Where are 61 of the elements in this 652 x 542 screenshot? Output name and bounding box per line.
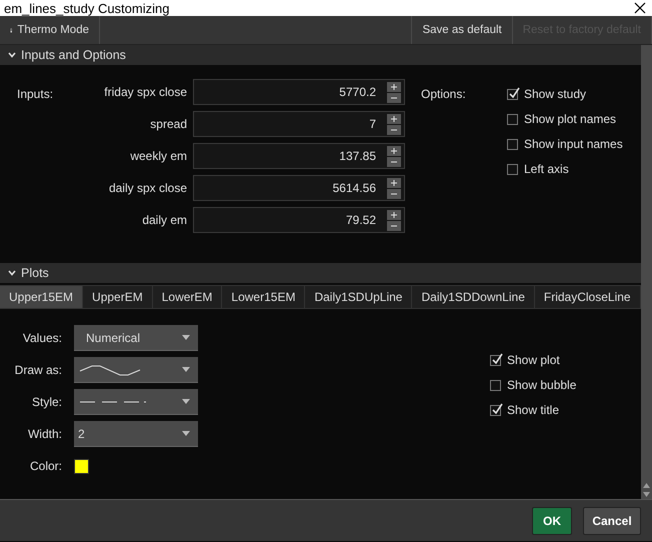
number-field[interactable]: 7 — [193, 111, 405, 137]
dropdown[interactable] — [74, 357, 198, 383]
caret-icon — [182, 335, 190, 340]
chevron-icon — [8, 52, 16, 58]
save-default-button[interactable]: Save as default — [411, 16, 513, 44]
minus-icon[interactable] — [387, 189, 401, 199]
input-label: daily spx close — [108, 181, 187, 195]
section-header[interactable]: Inputs and Options — [0, 45, 641, 65]
chevron-icon — [8, 270, 16, 276]
check-icon — [491, 402, 503, 414]
input-label: weekly em — [129, 149, 187, 163]
scroll-down-icon[interactable] — [642, 492, 650, 497]
cancel-button[interactable]: Cancel — [583, 506, 641, 534]
checkbox[interactable]: Show plot — [490, 353, 576, 367]
checkbox[interactable]: Show title — [490, 403, 576, 417]
minus-icon[interactable] — [387, 125, 401, 135]
checkbox[interactable]: Show study — [507, 87, 623, 101]
number-field[interactable]: 5614.56 — [193, 175, 405, 201]
minus-icon[interactable] — [387, 93, 401, 103]
check-icon — [491, 352, 503, 364]
checkbox[interactable]: Show bubble — [490, 378, 576, 392]
number-field[interactable]: 137.85 — [193, 143, 405, 169]
input-label: friday spx close — [103, 85, 187, 99]
plus-icon[interactable] — [387, 146, 401, 156]
dropdown[interactable]: 2 — [74, 421, 198, 447]
inputs-label: Inputs: — [16, 86, 54, 103]
options-label: Options: — [420, 86, 467, 103]
plus-icon[interactable] — [387, 178, 401, 188]
dash-line-icon — [78, 398, 148, 404]
section-header[interactable]: Plots — [0, 263, 641, 283]
caret-icon — [182, 367, 190, 372]
number-field[interactable]: 79.52 — [193, 207, 405, 233]
caret-icon — [182, 399, 190, 404]
dropdown[interactable] — [74, 389, 198, 415]
minus-icon[interactable] — [387, 157, 401, 167]
setting-label: Color: — [28, 459, 62, 473]
setting-label: Width: — [26, 427, 62, 441]
curve-icon — [78, 362, 142, 376]
plus-icon[interactable] — [387, 114, 401, 124]
plus-icon[interactable] — [387, 210, 401, 220]
number-field[interactable]: 5770.2 — [193, 79, 405, 105]
check-icon — [508, 86, 520, 98]
plot-tab[interactable]: Upper15EM — [0, 286, 84, 308]
scroll-up-icon[interactable] — [642, 483, 650, 488]
close-icon[interactable] — [634, 2, 646, 14]
setting-label: Values: — [22, 331, 62, 345]
input-label: daily em — [141, 213, 187, 227]
plus-icon[interactable] — [387, 82, 401, 92]
dropdown[interactable]: Numerical — [74, 325, 198, 351]
setting-label: Draw as: — [14, 363, 62, 377]
checkbox[interactable]: Left axis — [507, 162, 623, 176]
window-title: em_lines_study Customizing — [4, 0, 170, 16]
input-label: spread — [149, 117, 187, 131]
thermo-mode-button[interactable]: Thermo Mode — [0, 16, 100, 44]
caret-icon — [182, 431, 190, 436]
ok-button[interactable]: OK — [532, 506, 572, 534]
color-swatch[interactable] — [74, 458, 89, 474]
minus-icon[interactable] — [387, 221, 401, 231]
checkbox[interactable]: Show input names — [507, 137, 623, 151]
setting-label: Style: — [30, 395, 62, 409]
checkbox[interactable]: Show plot names — [507, 112, 623, 126]
